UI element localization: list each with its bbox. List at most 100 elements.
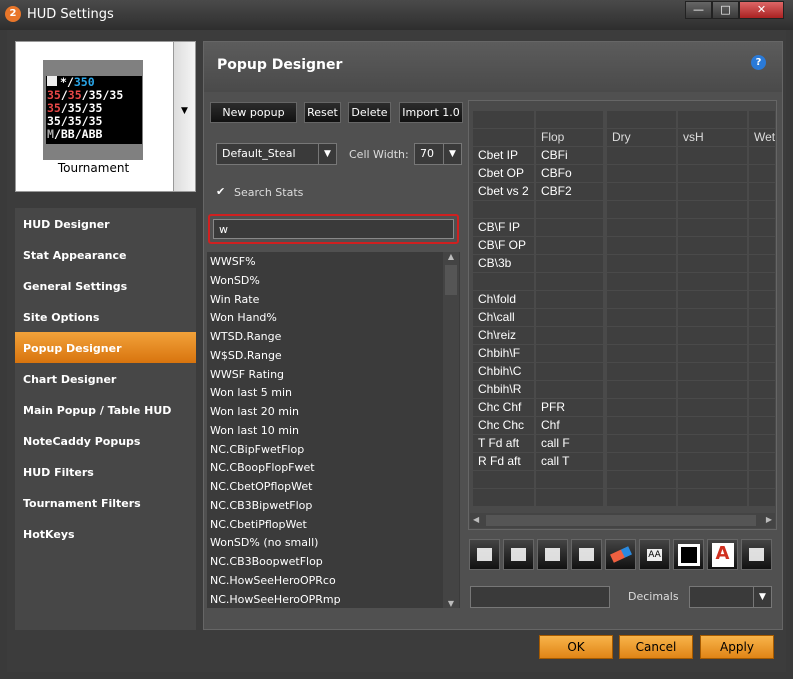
grid-cell[interactable] — [678, 435, 747, 452]
sidebar-item-site-options[interactable]: Site Options — [15, 301, 196, 332]
grid-cell[interactable] — [678, 471, 747, 488]
grid-cell[interactable] — [607, 489, 676, 506]
import-button[interactable]: Import 1.0 — [399, 102, 463, 123]
grid-cell[interactable]: T Fd aft — [473, 435, 534, 452]
cancel-button[interactable]: Cancel — [619, 635, 693, 659]
grid-cell[interactable] — [678, 363, 747, 380]
grid-cell[interactable]: Cbet vs 2 — [473, 183, 534, 200]
grid-cell[interactable] — [473, 111, 534, 128]
stat-list-item[interactable]: NC.CbetiPflopWet — [207, 515, 460, 534]
add-column-button[interactable] — [537, 539, 568, 570]
grid-cell[interactable] — [678, 273, 747, 290]
grid-cell[interactable]: Chbih\R — [473, 381, 534, 398]
grid-cell[interactable] — [607, 417, 676, 434]
grid-cell[interactable] — [536, 111, 603, 128]
grid-cell[interactable]: call T — [536, 453, 603, 470]
grid-cell[interactable] — [536, 219, 603, 236]
delete-row-button[interactable] — [503, 539, 534, 570]
grid-cell[interactable] — [678, 291, 747, 308]
sidebar-item-hotkeys[interactable]: HotKeys — [15, 518, 196, 549]
grid-cell[interactable]: CB\3b — [473, 255, 534, 272]
grid-cell[interactable] — [678, 147, 747, 164]
grid-cell[interactable]: Chbih\C — [473, 363, 534, 380]
grid-cell[interactable] — [678, 165, 747, 182]
grid-cell[interactable]: Cbet IP — [473, 147, 534, 164]
grid-cell[interactable] — [536, 489, 603, 506]
grid-cell[interactable] — [749, 381, 775, 398]
grid-cell[interactable]: CBFo — [536, 165, 603, 182]
stat-list-item[interactable]: WonSD% — [207, 271, 460, 290]
grid-cell[interactable] — [607, 345, 676, 362]
grid-cell[interactable] — [536, 201, 603, 218]
grid-cell[interactable]: Ch\fold — [473, 291, 534, 308]
grid-cell[interactable] — [607, 201, 676, 218]
grid-cell[interactable] — [749, 165, 775, 182]
apply-button[interactable]: Apply — [700, 635, 774, 659]
grid-horizontal-scrollbar[interactable]: ◀ ▶ — [470, 513, 775, 528]
grid-cell[interactable] — [607, 363, 676, 380]
edit-cells-button[interactable] — [741, 539, 772, 570]
grid-cell[interactable]: Cbet OP — [473, 165, 534, 182]
grid-cell[interactable] — [536, 363, 603, 380]
stat-list-item[interactable]: W$SD.Range — [207, 346, 460, 365]
hud-preview-selector[interactable]: */350 35/35/35/35 35/35/35 35/35/35 M/BB/ABB… — [15, 41, 196, 192]
grid-cell[interactable]: PFR — [536, 399, 603, 416]
grid-cell[interactable]: CB\F IP — [473, 219, 534, 236]
decimals-select[interactable]: ▼ — [689, 586, 772, 608]
grid-cell[interactable] — [607, 219, 676, 236]
grid-cell[interactable] — [678, 417, 747, 434]
grid-cell[interactable] — [749, 327, 775, 344]
grid-cell[interactable]: call F — [536, 435, 603, 452]
grid-cell[interactable] — [607, 147, 676, 164]
grid-cell[interactable] — [749, 255, 775, 272]
grid-cell[interactable] — [749, 201, 775, 218]
grid-cell[interactable] — [749, 489, 775, 506]
scroll-right-icon[interactable]: ▶ — [766, 515, 772, 524]
stat-list-item[interactable]: Won last 10 min — [207, 421, 460, 440]
grid-cell[interactable]: Wet — [749, 129, 775, 146]
grid-cell[interactable] — [749, 417, 775, 434]
grid-cell[interactable]: CB\F OP — [473, 237, 534, 254]
grid-cell[interactable] — [473, 273, 534, 290]
grid-cell[interactable] — [607, 309, 676, 326]
grid-cell[interactable] — [607, 381, 676, 398]
stat-list-item[interactable]: WonSD% (no small) — [207, 533, 460, 552]
stat-list-item[interactable]: NC.CB3BoopwetFlop — [207, 552, 460, 571]
grid-cell[interactable] — [678, 309, 747, 326]
cell-text-input[interactable] — [470, 586, 610, 608]
sidebar-item-hud-designer[interactable]: HUD Designer — [15, 208, 196, 239]
sidebar-item-general-settings[interactable]: General Settings — [15, 270, 196, 301]
delete-column-button[interactable] — [571, 539, 602, 570]
scroll-thumb[interactable] — [445, 265, 457, 295]
ok-button[interactable]: OK — [539, 635, 613, 659]
grid-cell[interactable] — [749, 453, 775, 470]
sidebar-item-tournament-filters[interactable]: Tournament Filters — [15, 487, 196, 518]
grid-cell[interactable]: Ch\call — [473, 309, 534, 326]
eraser-button[interactable] — [605, 539, 636, 570]
grid-cell[interactable] — [607, 255, 676, 272]
stat-list-item[interactable]: NC.CBipFwetFlop — [207, 440, 460, 459]
scroll-left-icon[interactable]: ◀ — [473, 515, 479, 524]
grid-cell[interactable] — [749, 291, 775, 308]
stat-list-item[interactable]: NC.CbetOPflopWet — [207, 477, 460, 496]
grid-cell[interactable] — [749, 111, 775, 128]
grid-cell[interactable] — [607, 165, 676, 182]
grid-cell[interactable] — [607, 435, 676, 452]
grid-cell[interactable] — [678, 453, 747, 470]
grid-cell[interactable] — [749, 309, 775, 326]
grid-cell[interactable] — [749, 147, 775, 164]
grid-cell[interactable] — [536, 381, 603, 398]
grid-cell[interactable] — [607, 273, 676, 290]
grid-cell[interactable] — [536, 291, 603, 308]
grid-cell[interactable] — [607, 237, 676, 254]
grid-cell[interactable] — [678, 327, 747, 344]
minimize-button[interactable]: — — [685, 1, 712, 19]
sidebar-item-hud-filters[interactable]: HUD Filters — [15, 456, 196, 487]
scroll-thumb[interactable] — [486, 515, 756, 526]
grid-cell[interactable] — [749, 273, 775, 290]
grid-cell[interactable] — [536, 471, 603, 488]
grid-cell[interactable] — [536, 327, 603, 344]
scroll-down-icon[interactable]: ▼ — [443, 599, 459, 608]
grid-cell[interactable] — [607, 471, 676, 488]
grid-cell[interactable] — [536, 345, 603, 362]
